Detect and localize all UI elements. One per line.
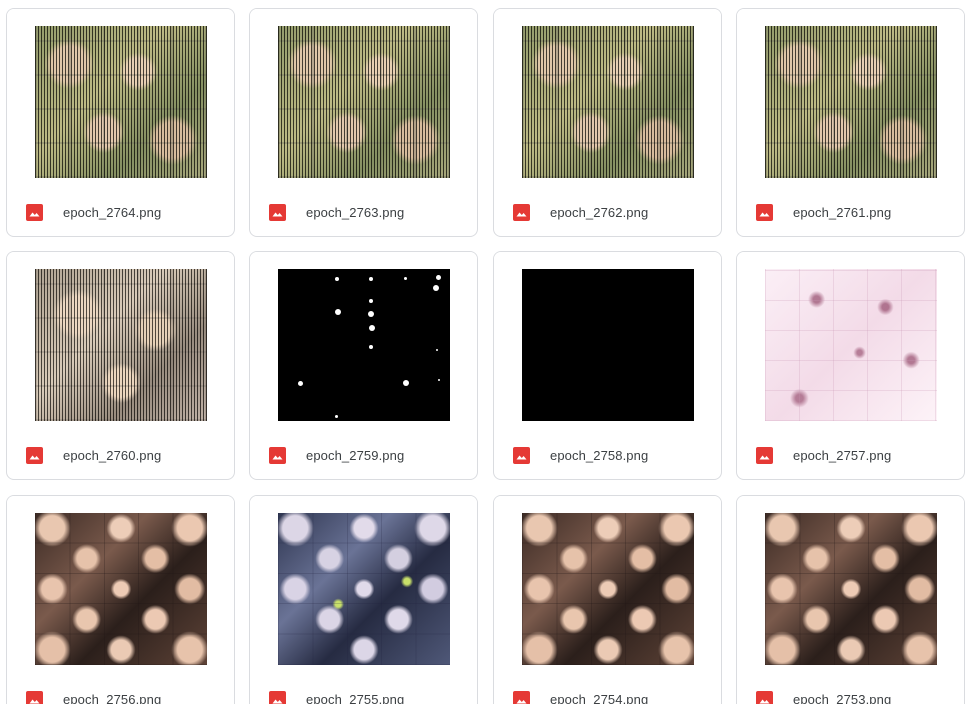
- file-card-footer: epoch_2758.png: [494, 432, 721, 479]
- file-card-footer: epoch_2756.png: [7, 676, 234, 704]
- thumbnail-area: [737, 496, 964, 676]
- thumbnail-area: [7, 496, 234, 676]
- thumbnail-area: [250, 9, 477, 189]
- file-card[interactable]: epoch_2757.png: [736, 251, 965, 480]
- image-file-icon: [269, 691, 286, 704]
- thumbnail-area: [737, 9, 964, 189]
- file-card-footer: epoch_2755.png: [250, 676, 477, 704]
- file-card-footer: epoch_2760.png: [7, 432, 234, 479]
- image-thumbnail: [521, 26, 694, 178]
- file-card[interactable]: epoch_2754.png: [493, 495, 722, 704]
- image-thumbnail: [277, 513, 450, 665]
- image-thumbnail: [521, 269, 694, 421]
- file-grid: epoch_2764.png epoch_2763.png epoch_2762…: [0, 0, 969, 704]
- file-name: epoch_2757.png: [793, 448, 892, 463]
- thumbnail-area: [250, 496, 477, 676]
- image-file-icon: [513, 447, 530, 464]
- image-thumbnail: [764, 26, 937, 178]
- file-card[interactable]: epoch_2762.png: [493, 8, 722, 237]
- thumbnail-area: [494, 496, 721, 676]
- file-name: epoch_2758.png: [550, 448, 649, 463]
- file-name: epoch_2755.png: [306, 692, 405, 704]
- image-thumbnail: [764, 269, 937, 421]
- file-name: epoch_2754.png: [550, 692, 649, 704]
- thumbnail-area: [7, 252, 234, 432]
- image-file-icon: [269, 447, 286, 464]
- file-card[interactable]: epoch_2763.png: [249, 8, 478, 237]
- file-card-footer: epoch_2761.png: [737, 189, 964, 236]
- file-name: epoch_2756.png: [63, 692, 162, 704]
- file-card[interactable]: epoch_2755.png: [249, 495, 478, 704]
- file-card-footer: epoch_2754.png: [494, 676, 721, 704]
- file-card[interactable]: epoch_2753.png: [736, 495, 965, 704]
- image-file-icon: [756, 204, 773, 221]
- thumbnail-area: [7, 9, 234, 189]
- image-thumbnail: [34, 269, 207, 421]
- thumbnail-area: [494, 9, 721, 189]
- file-card-footer: epoch_2762.png: [494, 189, 721, 236]
- file-card-footer: epoch_2763.png: [250, 189, 477, 236]
- image-file-icon: [756, 691, 773, 704]
- file-card[interactable]: epoch_2761.png: [736, 8, 965, 237]
- thumbnail-area: [494, 252, 721, 432]
- image-thumbnail: [764, 513, 937, 665]
- file-name: epoch_2764.png: [63, 205, 162, 220]
- image-thumbnail: [34, 26, 207, 178]
- thumbnail-area: [250, 252, 477, 432]
- file-card[interactable]: epoch_2758.png: [493, 251, 722, 480]
- image-thumbnail: [277, 269, 450, 421]
- image-file-icon: [756, 447, 773, 464]
- file-name: epoch_2761.png: [793, 205, 892, 220]
- thumbnail-area: [737, 252, 964, 432]
- image-file-icon: [269, 204, 286, 221]
- image-thumbnail: [521, 513, 694, 665]
- file-card[interactable]: epoch_2759.png: [249, 251, 478, 480]
- file-name: epoch_2762.png: [550, 205, 649, 220]
- file-card-footer: epoch_2759.png: [250, 432, 477, 479]
- file-card[interactable]: epoch_2756.png: [6, 495, 235, 704]
- file-card-footer: epoch_2753.png: [737, 676, 964, 704]
- file-card[interactable]: epoch_2764.png: [6, 8, 235, 237]
- image-file-icon: [26, 204, 43, 221]
- file-name: epoch_2759.png: [306, 448, 405, 463]
- file-card[interactable]: epoch_2760.png: [6, 251, 235, 480]
- image-file-icon: [513, 204, 530, 221]
- image-file-icon: [26, 691, 43, 704]
- image-file-icon: [513, 691, 530, 704]
- file-card-footer: epoch_2764.png: [7, 189, 234, 236]
- file-name: epoch_2760.png: [63, 448, 162, 463]
- image-file-icon: [26, 447, 43, 464]
- file-name: epoch_2763.png: [306, 205, 405, 220]
- file-card-footer: epoch_2757.png: [737, 432, 964, 479]
- image-thumbnail: [277, 26, 450, 178]
- file-name: epoch_2753.png: [793, 692, 892, 704]
- image-thumbnail: [34, 513, 207, 665]
